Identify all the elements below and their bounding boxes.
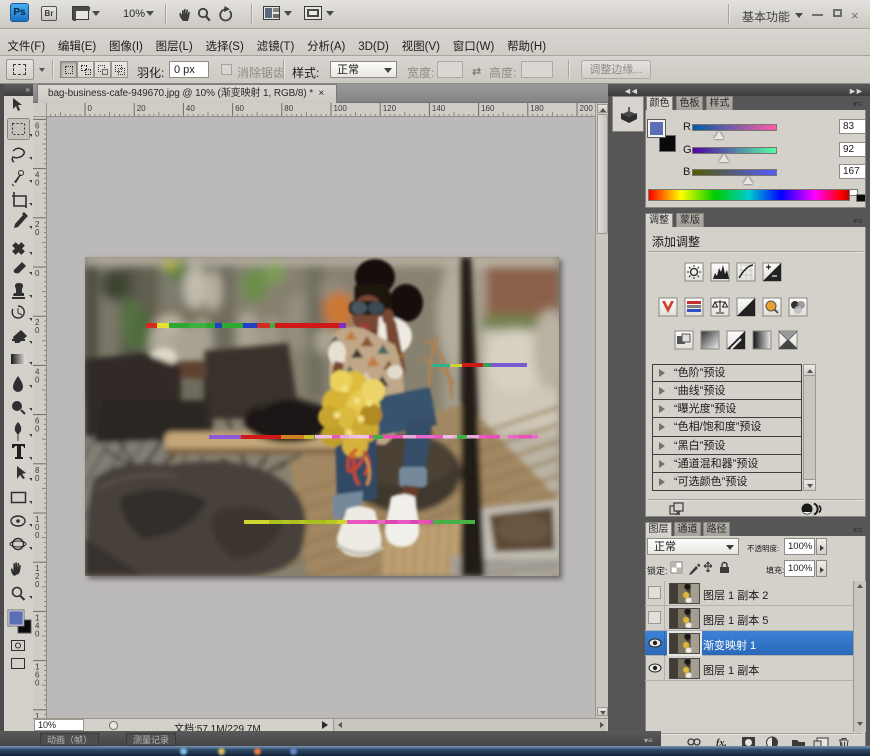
svg-text:0: 0 [35, 679, 40, 688]
svg-text:0: 0 [35, 629, 40, 638]
svg-text:100: 100 [334, 104, 348, 113]
svg-text:60: 60 [235, 104, 244, 113]
svg-text:0: 0 [35, 326, 40, 335]
svg-text:0: 0 [35, 375, 40, 384]
svg-text:0: 0 [35, 228, 40, 237]
svg-text:0: 0 [88, 104, 93, 113]
svg-text:40: 40 [186, 104, 195, 113]
svg-text:0: 0 [35, 531, 40, 540]
svg-text:0: 0 [35, 129, 40, 138]
svg-text:120: 120 [383, 104, 397, 113]
svg-text:20: 20 [137, 104, 146, 113]
svg-text:140: 140 [432, 104, 446, 113]
svg-text:80: 80 [284, 104, 293, 113]
svg-text:0: 0 [35, 179, 40, 188]
svg-text:160: 160 [481, 104, 495, 113]
svg-text:200: 200 [580, 104, 594, 113]
svg-text:0: 0 [35, 474, 40, 483]
svg-text:0: 0 [35, 425, 40, 434]
svg-text:0: 0 [35, 580, 40, 589]
svg-text:0: 0 [35, 269, 40, 278]
svg-text:180: 180 [530, 104, 544, 113]
